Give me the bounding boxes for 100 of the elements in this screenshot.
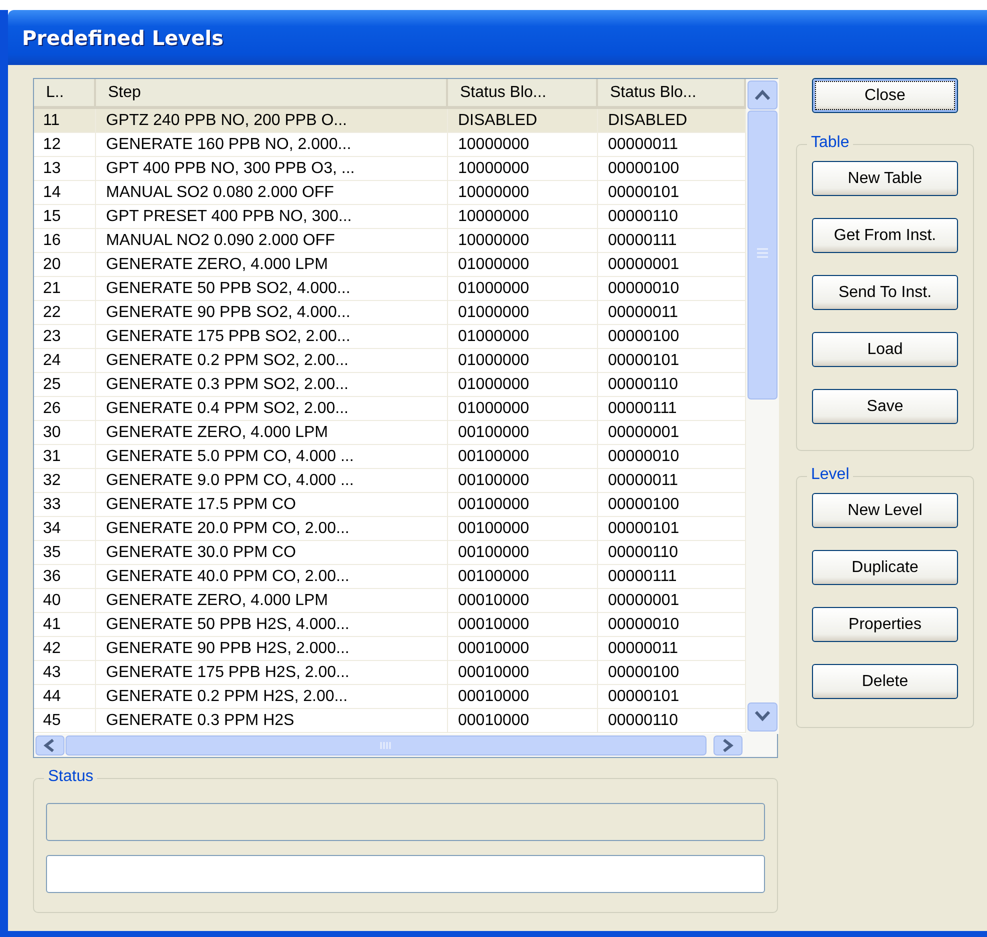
table-cell: 30 [34, 421, 96, 444]
table-row[interactable]: 26 GENERATE 0.4 PPM SO2, 2.00... 01000000 00000111 [34, 397, 746, 421]
input-field[interactable] [46, 855, 765, 893]
table-row[interactable]: 34 GENERATE 20.0 PPM CO, 2.00... 00100000 00000101 [34, 517, 746, 541]
action-button[interactable]: New Level [812, 493, 958, 528]
action-button[interactable]: Get From Inst. [812, 218, 958, 253]
table-cell: MANUAL NO2 0.090 2.000 OFF [96, 229, 448, 252]
table-cell: 00100000 [448, 469, 598, 492]
table-row[interactable]: 13 GPT 400 PPB NO, 300 PPB O3, ... 10000000 00000100 [34, 157, 746, 181]
table-cell: 01000000 [448, 301, 598, 324]
table-row[interactable]: 32 GENERATE 9.0 PPM CO, 4.000 ... 00100000 00000011 [34, 469, 746, 493]
table-cell: 10000000 [448, 133, 598, 156]
table-cell: 41 [34, 613, 96, 636]
table-cell: 00010000 [448, 589, 598, 612]
action-button[interactable]: Delete [812, 664, 958, 699]
table-row[interactable]: 14 MANUAL SO2 0.080 2.000 OFF 10000000 00000101 [34, 181, 746, 205]
table-cell: GENERATE 5.0 PPM CO, 4.000 ... [96, 445, 448, 468]
table-cell: 36 [34, 565, 96, 588]
action-button[interactable]: New Table [812, 161, 958, 196]
table-cell: 35 [34, 541, 96, 564]
table-cell: GENERATE 50 PPB SO2, 4.000... [96, 277, 448, 300]
table-row[interactable]: 15 GPT PRESET 400 PPB NO, 300... 10000000 00000110 [34, 205, 746, 229]
table-cell: GENERATE 175 PPB SO2, 2.00... [96, 325, 448, 348]
table-cell: 01000000 [448, 373, 598, 396]
table-row[interactable]: 35 GENERATE 30.0 PPM CO 00100000 00000110 [34, 541, 746, 565]
table-cell: 00100000 [448, 517, 598, 540]
table-row[interactable]: 24 GENERATE 0.2 PPM SO2, 2.00... 01000000 00000101 [34, 349, 746, 373]
table-cell: 01000000 [448, 349, 598, 372]
table-cell: GENERATE 0.4 PPM SO2, 2.00... [96, 397, 448, 420]
table-row[interactable]: 25 GENERATE 0.3 PPM SO2, 2.00... 01000000 00000110 [34, 373, 746, 397]
table-cell: 00100000 [448, 445, 598, 468]
table-cell: GENERATE ZERO, 4.000 LPM [96, 421, 448, 444]
table-row[interactable]: 41 GENERATE 50 PPB H2S, 4.000... 00010000 00000010 [34, 613, 746, 637]
table-row[interactable]: 40 GENERATE ZERO, 4.000 LPM 00010000 00000001 [34, 589, 746, 613]
table-row[interactable]: 30 GENERATE ZERO, 4.000 LPM 00100000 00000001 [34, 421, 746, 445]
table-row[interactable]: 22 GENERATE 90 PPB SO2, 4.000... 01000000 00000011 [34, 301, 746, 325]
action-button[interactable]: Properties [812, 607, 958, 642]
table-cell: GPTZ 240 PPB NO, 200 PPB O... [96, 109, 448, 132]
table-cell: 10000000 [448, 205, 598, 228]
table-cell: GENERATE 0.2 PPM SO2, 2.00... [96, 349, 448, 372]
table-cell: 01000000 [448, 253, 598, 276]
table-cell: 11 [34, 109, 96, 132]
table-cell: DISABLED [448, 109, 598, 132]
action-button[interactable]: Duplicate [812, 550, 958, 585]
table-cell: GENERATE 175 PPB H2S, 2.00... [96, 661, 448, 684]
action-button[interactable]: Save [812, 389, 958, 424]
table-row[interactable]: 16 MANUAL NO2 0.090 2.000 OFF 10000000 00000111 [34, 229, 746, 253]
table-cell: 00010000 [448, 709, 598, 732]
table-row[interactable]: 33 GENERATE 17.5 PPM CO 00100000 00000100 [34, 493, 746, 517]
table-cell: GPT PRESET 400 PPB NO, 300... [96, 205, 448, 228]
table-cell: 00100000 [448, 421, 598, 444]
table-cell: 01000000 [448, 397, 598, 420]
table-row[interactable]: 36 GENERATE 40.0 PPM CO, 2.00... 00100000 00000111 [34, 565, 746, 589]
table-cell: 12 [34, 133, 96, 156]
table-cell: GENERATE 30.0 PPM CO [96, 541, 448, 564]
table-cell: 22 [34, 301, 96, 324]
table-cell: 23 [34, 325, 96, 348]
table-cell: 00010000 [448, 685, 598, 708]
table-cell: 01000000 [448, 277, 598, 300]
vertical-scrollbar[interactable] [746, 79, 779, 734]
table-cell: 45 [34, 709, 96, 732]
table-cell: GENERATE 90 PPB SO2, 4.000... [96, 301, 448, 324]
table-cell: 10000000 [448, 229, 598, 252]
table-cell: GENERATE 0.2 PPM H2S, 2.00... [96, 685, 448, 708]
table-row[interactable]: 20 GENERATE ZERO, 4.000 LPM 01000000 00000001 [34, 253, 746, 277]
table-cell: GENERATE 40.0 PPM CO, 2.00... [96, 565, 448, 588]
table-row[interactable]: 12 GENERATE 160 PPB NO, 2.000... 10000000 00000011 [34, 133, 746, 157]
table-cell: GENERATE ZERO, 4.000 LPM [96, 589, 448, 612]
table-cell: 42 [34, 637, 96, 660]
table-row[interactable]: 42 GENERATE 90 PPB H2S, 2.000... 00010000 00000011 [34, 637, 746, 661]
table-cell: GENERATE 0.3 PPM H2S [96, 709, 448, 732]
table-row[interactable]: 23 GENERATE 175 PPB SO2, 2.00... 01000000 00000100 [34, 325, 746, 349]
table-cell: 14 [34, 181, 96, 204]
table-cell: 25 [34, 373, 96, 396]
table-row[interactable]: 31 GENERATE 5.0 PPM CO, 4.000 ... 00100000 00000010 [34, 445, 746, 469]
table-cell: GENERATE 0.3 PPM SO2, 2.00... [96, 373, 448, 396]
table-row[interactable]: 43 GENERATE 175 PPB H2S, 2.00... 00010000 00000100 [34, 661, 746, 685]
table-cell: 44 [34, 685, 96, 708]
table-cell: GENERATE 50 PPB H2S, 4.000... [96, 613, 448, 636]
table-cell: GENERATE 17.5 PPM CO [96, 493, 448, 516]
table-cell: 00010000 [448, 613, 598, 636]
table-row[interactable]: 11 GPTZ 240 PPB NO, 200 PPB O... DISABLED DISABLED [34, 109, 746, 133]
action-button[interactable]: Send To Inst. [812, 275, 958, 310]
table-cell: 21 [34, 277, 96, 300]
column-header[interactable]: Status Blo... [448, 79, 598, 106]
table-row[interactable]: 21 GENERATE 50 PPB SO2, 4.000... 01000000 00000010 [34, 277, 746, 301]
table-cell: 00100000 [448, 541, 598, 564]
table-cell: 00100000 [448, 493, 598, 516]
table-cell: GENERATE 9.0 PPM CO, 4.000 ... [96, 469, 448, 492]
column-header[interactable]: Step [96, 79, 448, 106]
horizontal-scrollbar[interactable] [34, 734, 777, 757]
table-cell: 31 [34, 445, 96, 468]
table-cell: MANUAL SO2 0.080 2.000 OFF [96, 181, 448, 204]
table-row[interactable]: 44 GENERATE 0.2 PPM H2S, 2.00... 00010000 00000101 [34, 685, 746, 709]
table-cell: GENERATE 20.0 PPM CO, 2.00... [96, 517, 448, 540]
table-cell: 20 [34, 253, 96, 276]
action-button[interactable]: Load [812, 332, 958, 367]
column-header[interactable]: L.. [34, 79, 96, 106]
close-button[interactable]: Close [812, 78, 958, 113]
table-row[interactable]: 45 GENERATE 0.3 PPM H2S 00010000 00000110 [34, 709, 746, 733]
